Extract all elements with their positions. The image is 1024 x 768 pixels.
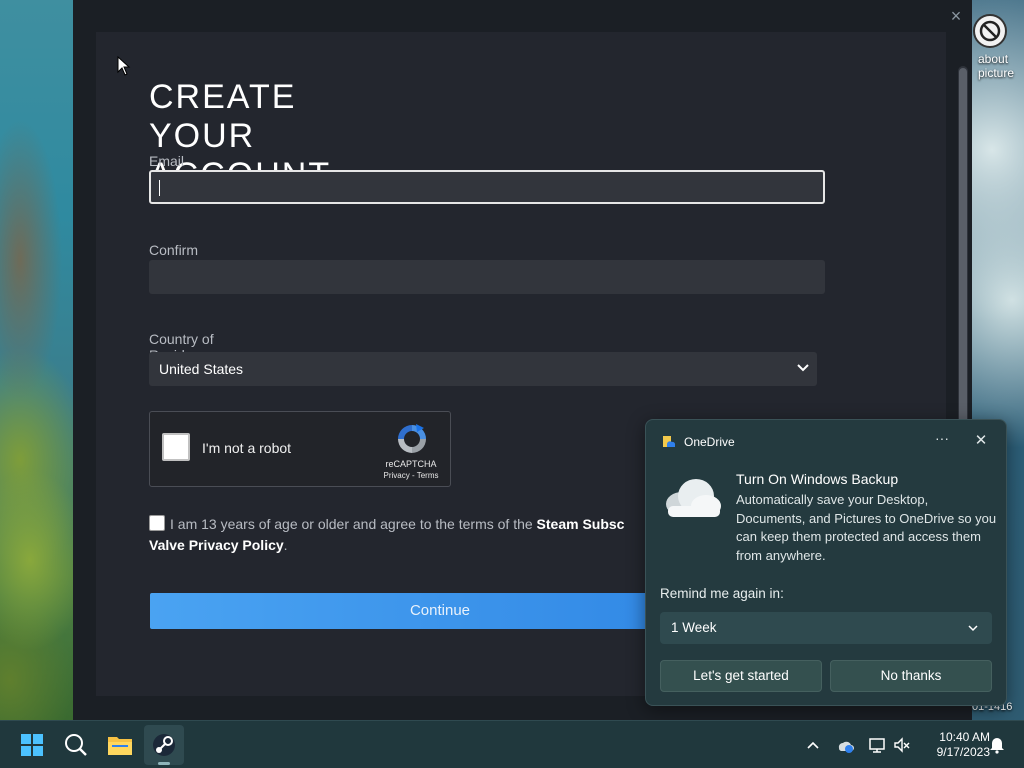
close-icon[interactable]: ×	[946, 6, 966, 26]
notification-bell-icon[interactable]	[987, 735, 1007, 755]
camera-icon	[973, 14, 1007, 48]
recaptcha-brand: reCAPTCHA Privacy - Terms	[375, 458, 447, 482]
onedrive-app-icon	[663, 436, 676, 447]
search-icon	[65, 734, 87, 756]
mouse-cursor-icon	[117, 56, 131, 76]
confirm-email-field[interactable]	[149, 260, 825, 294]
remind-interval-select[interactable]: 1 Week	[660, 612, 992, 644]
country-select[interactable]: United States	[149, 352, 817, 386]
lets-get-started-button[interactable]: Let's get started	[660, 660, 822, 692]
recaptcha-widget: I'm not a robot reCAPTCHA Privacy - Term…	[149, 411, 451, 487]
terms-period: .	[283, 537, 288, 553]
cloud-icon	[666, 479, 721, 517]
windows-start-icon	[21, 734, 43, 756]
terms-checkbox[interactable]	[149, 515, 165, 531]
valve-privacy-policy-link[interactable]: Valve Privacy Policy	[149, 537, 284, 553]
chevron-up-icon[interactable]	[803, 735, 823, 755]
chevron-down-icon	[968, 625, 978, 632]
no-thanks-button[interactable]: No thanks	[830, 660, 992, 692]
text-caret	[159, 180, 160, 196]
recaptcha-logo-icon	[398, 424, 426, 453]
toast-body: Automatically save your Desktop, Documen…	[736, 492, 997, 563]
file-explorer-button[interactable]	[100, 725, 140, 765]
recaptcha-checkbox[interactable]	[162, 433, 190, 461]
terms-agreement: I am 13 years of age or older and agree …	[149, 514, 709, 556]
taskbar: 10:40 AM 9/17/2023	[0, 720, 1024, 768]
scrollbar-thumb[interactable]	[959, 68, 967, 448]
onedrive-backup-notification: OneDrive ··· ✕ Turn On Windows Backup Au…	[645, 419, 1007, 706]
steam-subscriber-agreement-link[interactable]: Steam Subsc	[537, 516, 625, 532]
onedrive-tray-icon[interactable]	[835, 735, 855, 755]
clock-date: 9/17/2023	[936, 745, 990, 759]
search-button[interactable]	[56, 725, 96, 765]
recaptcha-privacy-terms-link[interactable]: Privacy - Terms	[375, 470, 447, 482]
continue-button[interactable]: Continue	[150, 593, 730, 629]
more-options-icon[interactable]: ···	[932, 430, 952, 446]
chevron-down-icon	[797, 364, 809, 372]
active-indicator	[158, 762, 170, 765]
steam-taskbar-button[interactable]	[144, 725, 184, 765]
clock-time: 10:40 AM	[939, 730, 990, 744]
email-field[interactable]	[149, 170, 825, 204]
recaptcha-label: I'm not a robot	[202, 440, 292, 456]
terms-text: I am 13 years of age or older and agree …	[170, 516, 533, 532]
start-button[interactable]	[12, 725, 52, 765]
folder-icon	[108, 737, 132, 755]
country-select-value: United States	[159, 361, 244, 377]
volume-muted-icon[interactable]	[892, 735, 912, 755]
taskbar-clock[interactable]: 10:40 AM 9/17/2023	[918, 730, 990, 760]
network-icon[interactable]	[867, 735, 887, 755]
toast-title: Turn On Windows Backup	[736, 471, 899, 487]
steam-icon	[153, 734, 175, 756]
remind-label: Remind me again in:	[660, 586, 784, 601]
toast-app-name: OneDrive	[684, 435, 735, 449]
remind-interval-value: 1 Week	[671, 620, 717, 635]
close-icon[interactable]: ✕	[972, 431, 990, 449]
